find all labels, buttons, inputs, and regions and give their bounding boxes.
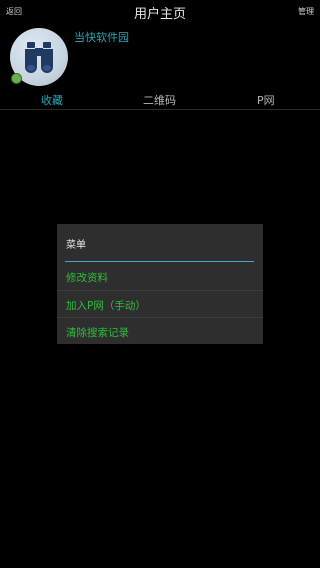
menu-dialog: 菜单 修改资料 加入P网（手动） 清除搜索记录	[57, 224, 263, 344]
tab-favorites[interactable]: 收藏	[41, 92, 63, 108]
username: 当快软件园	[74, 31, 129, 44]
menu-item-join-pnet[interactable]: 加入P网（手动）	[57, 290, 263, 318]
tab-qrcode[interactable]: 二维码	[143, 92, 176, 108]
menu-item-edit-profile[interactable]: 修改资料	[57, 263, 263, 290]
menu-item-label: 清除搜索记录	[66, 327, 129, 339]
menu-item-label: 加入P网（手动）	[66, 300, 146, 312]
menu-item-label: 修改资料	[66, 272, 108, 284]
page-title: 用户主页	[133, 7, 186, 22]
tab-bar: 收藏 二维码 P网	[0, 89, 320, 110]
menu-dialog-divider	[65, 261, 254, 262]
tab-pnet[interactable]: P网	[257, 92, 275, 108]
online-status-dot	[11, 73, 22, 84]
profile-header: 当快软件园	[0, 24, 320, 88]
manage-button[interactable]: 管理	[298, 6, 314, 17]
binoculars-icon	[25, 42, 53, 73]
menu-dialog-title: 菜单	[66, 240, 86, 251]
top-bar: 返回 用户主页 管理	[0, 0, 320, 24]
menu-item-clear-search-history[interactable]: 清除搜索记录	[57, 317, 263, 345]
